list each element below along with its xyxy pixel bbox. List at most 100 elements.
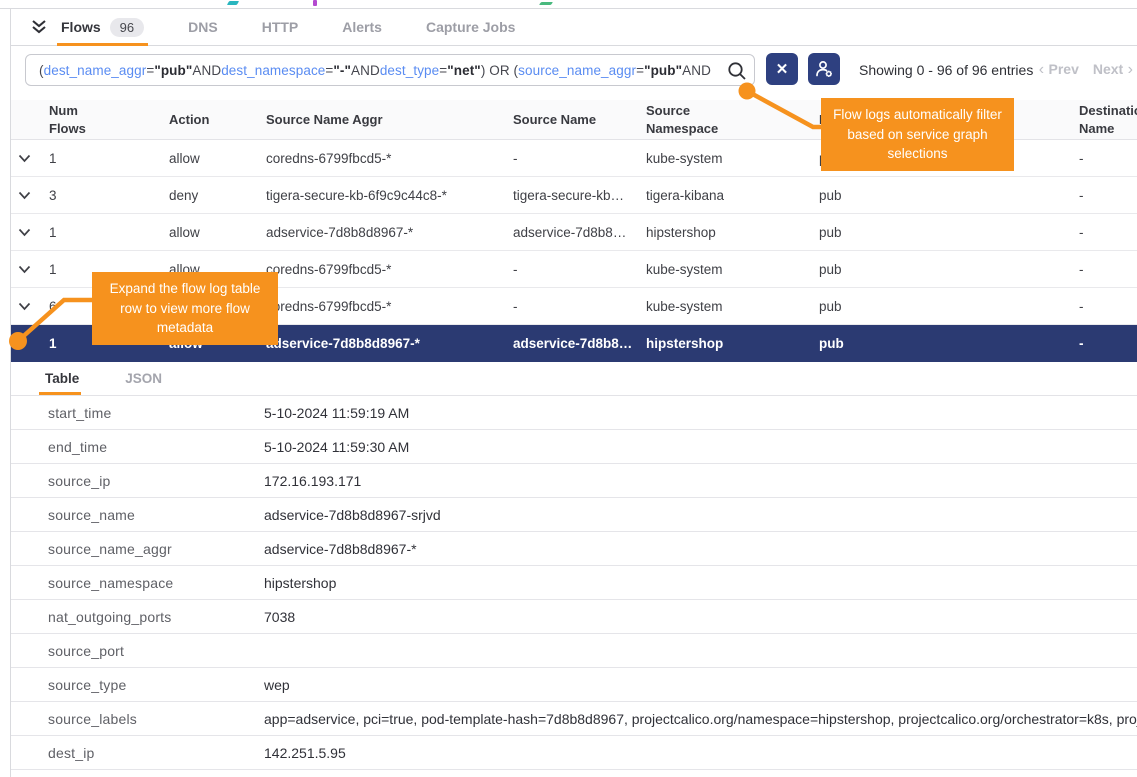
column-header[interactable]: Source Name [513,111,646,129]
detail-field-key: end_time [48,439,264,455]
cell-source-name-aggr: coredns-6799fbcd5-* [266,299,513,314]
detail-field-key: source_port [48,643,264,659]
top-tabs: Flows 96 DNS HTTP Alerts Capture Jobs [59,9,557,45]
chevron-right-icon: › [1123,61,1133,78]
cell-source-namespace: hipstershop [646,336,819,351]
query-token: AND [192,63,221,78]
tab-label: Alerts [342,19,382,35]
top-tab[interactable]: HTTP [260,9,301,45]
tab-label: Flows [61,19,101,35]
detail-field-value: hipstershop [264,575,1137,591]
cell-destination-name: - [1079,188,1137,203]
column-header[interactable]: Source Namespace [646,102,750,137]
graph-fragment-purple [313,0,317,6]
detail-field-row: source_name adservice-7d8b8d8967-srjvd [11,498,1137,532]
detail-tab[interactable]: JSON [119,362,168,395]
chevron-down-icon [18,265,31,274]
top-tab[interactable]: Capture Jobs [424,9,517,45]
cell-source-namespace: kube-system [646,299,819,314]
tab-label: DNS [188,19,218,35]
cell-dest-name-aggr: pub [819,225,1079,240]
tab-count-badge: 96 [110,18,144,37]
flow-log-tabbar: Flows 96 DNS HTTP Alerts Capture Jobs [11,9,1137,46]
query-token: dest_namespace [221,63,325,78]
detail-field-key: start_time [48,405,264,421]
cell-destination-name: - [1079,336,1137,351]
cell-source-namespace: kube-system [646,151,819,166]
cell-source-namespace: kube-system [646,262,819,277]
filter-toolbar: (dest_name_aggr = "pub" AND dest_namespa… [11,47,1137,100]
cell-dest-name-aggr: pub [819,299,1079,314]
expand-row-button[interactable] [11,339,49,348]
top-tab[interactable]: Alerts [340,9,384,45]
query-token: = [146,63,154,78]
flow-table-row[interactable]: 1 allow adservice-7d8b8d8967-* adservice… [11,214,1137,251]
tab-label: Capture Jobs [426,19,515,35]
detail-field-value: wep [264,677,1137,693]
column-header[interactable]: Num Flows [49,102,101,137]
detail-field-row: source_namespace hipstershop [11,566,1137,600]
user-settings-button[interactable] [808,53,840,85]
next-page-button[interactable]: Next › [1093,61,1133,79]
chevron-down-icon [18,154,31,163]
cell-action: deny [169,188,266,203]
cell-source-name: - [513,151,646,166]
close-icon: ✕ [776,60,789,78]
collapse-panel-button[interactable] [19,9,59,45]
detail-field-key: dest_ip [48,745,264,761]
detail-field-key: source_type [48,677,264,693]
prev-page-button[interactable]: ‹ Prev [1039,61,1079,79]
column-header[interactable]: Destination Name [1079,102,1137,137]
search-icon[interactable] [726,60,748,82]
detail-field-row: start_time 5-10-2024 11:59:19 AM [11,396,1137,430]
expand-row-button[interactable] [11,191,49,200]
query-token: ) OR ( [481,63,518,78]
query-token: = [439,63,447,78]
top-tab[interactable]: DNS [186,9,220,45]
detail-tab-label: JSON [125,371,162,386]
detail-field-value: 7038 [264,609,1137,625]
expand-row-button[interactable] [11,265,49,274]
detail-field-row: source_ip 172.16.193.171 [11,464,1137,498]
callout-expand-tip: Expand the flow log table row to view mo… [92,272,278,345]
cell-dest-name-aggr: pub [819,336,1079,351]
detail-field-value: adservice-7d8b8d8967-srjvd [264,507,1137,523]
detail-field-key: nat_outgoing_ports [48,609,264,625]
expand-row-button[interactable] [11,228,49,237]
cell-dest-name-aggr: pub [819,188,1079,203]
clear-filter-button[interactable]: ✕ [766,53,798,85]
detail-field-value: app=adservice, pci=true, pod-template-ha… [264,711,1137,727]
query-token: "pub" [154,63,192,78]
detail-tab[interactable]: Table [39,362,85,395]
detail-field-key: source_namespace [48,575,264,591]
expand-row-button[interactable] [11,302,49,311]
cell-destination-name: - [1079,262,1137,277]
detail-field-value: 172.16.193.171 [264,473,1137,489]
column-header[interactable]: Source Name Aggr [266,111,513,129]
detail-tab-label: Table [45,371,79,386]
detail-field-row: source_labels app=adservice, pci=true, p… [11,702,1137,736]
cell-destination-name: - [1079,299,1137,314]
top-tab[interactable]: Flows 96 [59,9,146,45]
column-header[interactable]: Action [169,111,266,129]
query-token: "pub" [644,63,682,78]
flow-table-row[interactable]: 3 deny tigera-secure-kb-6f9c9c44c8-* tig… [11,177,1137,214]
query-token: AND [351,63,380,78]
expand-row-button[interactable] [11,154,49,163]
chevron-down-icon [18,228,31,237]
filter-query-input[interactable]: (dest_name_aggr = "pub" AND dest_namespa… [25,54,755,86]
detail-field-key: source_labels [48,711,264,727]
cell-source-name-aggr: adservice-7d8b8d8967-* [266,225,513,240]
detail-field-key: source_name [48,507,264,523]
detail-field-value: 5-10-2024 11:59:30 AM [264,439,1137,455]
filter-query: (dest_name_aggr = "pub" AND dest_namespa… [39,55,722,85]
detail-field-row: end_time 5-10-2024 11:59:30 AM [11,430,1137,464]
query-token: dest_name_aggr [44,63,147,78]
cell-source-name: tigera-secure-kb… [513,188,646,203]
pagination: ‹ Prev Next › [1039,47,1133,92]
detail-field-row: source_name_aggr adservice-7d8b8d8967-* [11,532,1137,566]
cell-source-name: - [513,299,646,314]
detail-field-value: adservice-7d8b8d8967-* [264,541,1137,557]
cell-source-namespace: hipstershop [646,225,819,240]
tab-label: HTTP [262,19,299,35]
